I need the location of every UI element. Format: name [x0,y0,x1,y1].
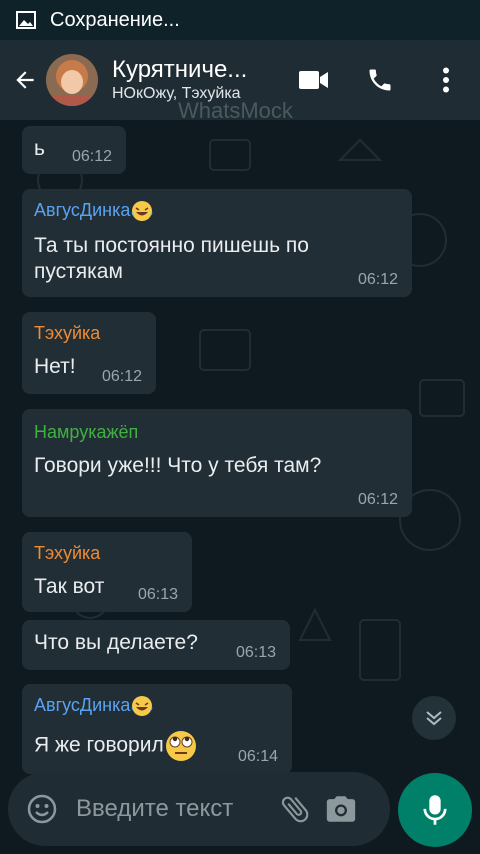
message-time: 06:13 [235,644,276,661]
message-text: Нет! [34,355,76,378]
status-text: Сохранение... [50,8,180,31]
more-vertical-icon [443,67,449,93]
video-camera-icon [299,71,328,89]
chat-title: Курятниче... [112,56,248,83]
camera-icon[interactable] [324,792,358,826]
video-call-button[interactable] [292,58,336,102]
message-bubble[interactable]: Что вы делаете? 06:13 [22,620,290,670]
message-text: Та ты постоянно пишешь по пустякам [34,234,309,283]
message-time: 06:13 [137,586,178,603]
message-time: 06:12 [357,271,398,288]
voice-call-button[interactable] [358,58,402,102]
microphone-icon [423,795,447,825]
message-text: Говори уже!!! Что у тебя там? [34,454,322,477]
sender-name: Намрукажёп [34,422,139,442]
scroll-to-bottom-button[interactable] [412,696,456,740]
emoji-smiley-icon[interactable] [26,793,58,825]
message-bubble[interactable]: Тэхуйка Так вот 06:13 [22,532,192,612]
group-avatar[interactable] [46,54,98,106]
voice-record-button[interactable] [398,773,472,847]
message-input[interactable] [74,794,268,824]
message-bubble[interactable]: АвгусДинка Та ты постоянно пишешь по пус… [22,189,412,297]
watermark: WhatsMock [178,98,293,123]
double-chevron-down-icon [426,711,442,726]
attachment-clip-icon[interactable] [278,792,312,826]
laughing-tears-emoji-icon [132,201,153,222]
message-time: 06:14 [237,748,278,765]
back-arrow-icon[interactable] [12,67,38,93]
message-time: 06:12 [101,368,142,385]
chat-screen: Сохранение... Курятниче... НОкОжу, Тэхуй… [0,0,480,854]
image-icon [16,11,36,29]
message-bubble[interactable]: АвгусДинка Я же говорил 06:14 [22,684,292,774]
phone-icon [369,69,391,91]
more-options-button[interactable] [424,58,468,102]
header-actions [292,40,480,120]
sender-name: АвгусДинка [34,694,154,717]
sender-name-text: АвгусДинка [34,695,131,715]
message-text-content: Я же говорил [34,733,164,757]
message-text: ь [34,137,45,160]
message-time: 06:12 [357,491,398,508]
message-time: 06:12 [71,148,112,165]
status-bar: Сохранение... [0,0,480,40]
chat-title-block[interactable]: Курятниче... НОкОжу, Тэхуйка [112,56,272,104]
message-composer [8,772,390,846]
message-text: Так вот [34,575,105,598]
sender-name: Тэхуйка [34,543,101,563]
message-bubble[interactable]: Тэхуйка Нет! 06:12 [22,312,156,394]
eye-roll-emoji-icon [165,731,196,761]
laughing-tears-emoji-icon [132,696,153,717]
sender-name: Тэхуйка [34,323,101,343]
message-text: Я же говорил [34,730,198,762]
message-bubble[interactable]: ь 06:12 [22,126,126,174]
sender-name: АвгусДинка [34,199,154,222]
sender-name-text: АвгусДинка [34,200,131,220]
message-bubble[interactable]: Намрукажёп Говори уже!!! Что у тебя там?… [22,409,412,517]
message-text: Что вы делаете? [34,631,198,654]
